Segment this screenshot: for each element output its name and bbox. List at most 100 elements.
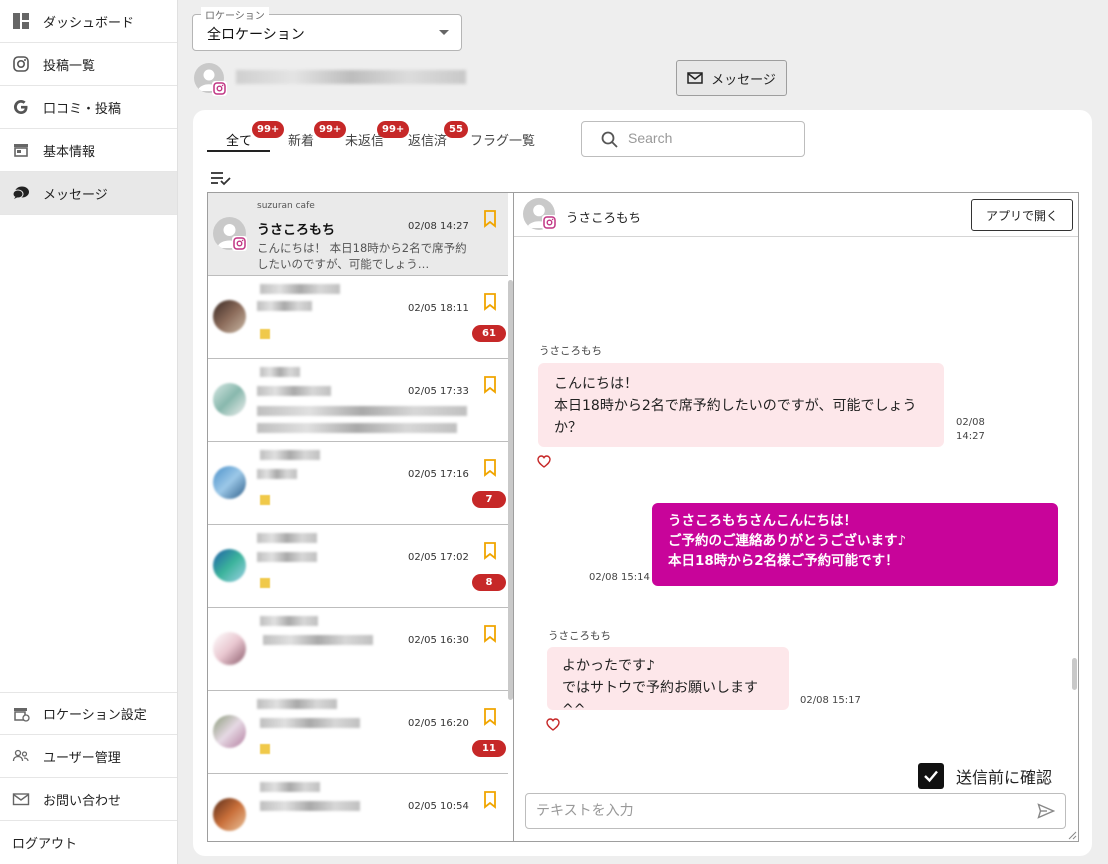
unread-count-badge: 11 [472, 740, 506, 757]
message-time: 02/08 15:17 [800, 695, 861, 706]
confirm-before-send: 送信前に確認 [918, 763, 1052, 789]
tab-new[interactable]: 新着 [288, 130, 314, 149]
tab-flagged[interactable]: フラグ一覧 [470, 130, 535, 149]
sidebar-item-location-settings[interactable]: ロケーション設定 [0, 692, 177, 735]
conversation-item[interactable]: 02/05 16:30 [208, 608, 508, 691]
conversation-item[interactable]: 02/05 17:16 7 [208, 442, 508, 525]
message-line: うさころもちさんこんにちは！ [668, 513, 857, 529]
message-sender: うさころもち [539, 345, 602, 357]
filter-list-icon[interactable] [210, 170, 232, 186]
confirm-checkbox[interactable] [918, 763, 944, 789]
sidebar-item-label: お問い合わせ [43, 793, 122, 809]
redacted-text [257, 533, 317, 543]
tab-badge: 99+ [252, 121, 285, 138]
conversation-name: うさころもち [257, 223, 336, 238]
redacted-emoji [260, 329, 270, 339]
sidebar-item-messages[interactable]: メッセージ [0, 172, 177, 215]
message-line: か？ [554, 420, 582, 436]
send-icon[interactable] [1037, 803, 1055, 819]
tab-badge: 55 [444, 121, 468, 138]
tab-all[interactable]: 全て [226, 130, 252, 149]
conversation-item[interactable]: 02/05 17:33 [208, 359, 508, 442]
sidebar-item-user-management[interactable]: ユーザー管理 [0, 735, 177, 778]
instagram-icon [12, 55, 30, 73]
unread-count-badge: 8 [472, 574, 506, 591]
search-input[interactable] [628, 130, 788, 146]
avatar [213, 715, 246, 748]
chat-header: うさころもち アプリで開く [514, 193, 1078, 237]
message-compose [525, 793, 1066, 829]
bookmark-icon[interactable] [483, 625, 497, 643]
conversation-time: 02/05 18:11 [408, 303, 469, 314]
conversation-time: 02/05 17:16 [408, 469, 469, 480]
bookmark-icon[interactable] [483, 293, 497, 311]
conversation-item[interactable]: 02/05 18:11 61 [208, 276, 508, 359]
bookmark-icon[interactable] [483, 542, 497, 560]
message-line: ではサトウで予約お願いします^^ [562, 680, 758, 718]
sidebar-item-contact[interactable]: お問い合わせ [0, 778, 177, 821]
message-button[interactable]: メッセージ [676, 60, 787, 96]
avatar [213, 466, 246, 499]
confirm-label: 送信前に確認 [956, 768, 1053, 787]
redacted-text [257, 699, 337, 709]
bookmark-icon[interactable] [483, 791, 497, 809]
sidebar-item-label: 投稿一覧 [43, 58, 96, 74]
message-button-label: メッセージ [711, 72, 776, 88]
chat-pane: うさころもち アプリで開く うさころもち こんにちは！ 本日18時から2名で席予… [513, 192, 1079, 842]
message-input[interactable] [536, 802, 1016, 818]
mail-icon [12, 790, 30, 808]
search-icon [601, 131, 618, 148]
unread-count-badge: 7 [472, 491, 506, 508]
redacted-text [260, 284, 340, 294]
resize-handle-icon[interactable] [1067, 830, 1077, 840]
message-clock: 14:27 [956, 431, 985, 442]
bookmark-icon[interactable] [483, 708, 497, 726]
sidebar-item-label: ユーザー管理 [43, 750, 121, 766]
conversation-item[interactable]: 02/05 16:20 11 [208, 691, 508, 774]
avatar [213, 549, 246, 582]
location-select-value: 全ロケーション [207, 27, 305, 43]
dashboard-icon [12, 12, 30, 30]
message-line: ご予約のご連絡ありがとうございます♪ [668, 533, 907, 549]
conversation-item[interactable]: 02/05 17:02 8 [208, 525, 508, 608]
location-settings-icon [12, 705, 30, 723]
search-box [581, 121, 805, 157]
tab-active-indicator [207, 150, 270, 152]
redacted-emoji [260, 578, 270, 588]
message-time: 02/08 14:27 [956, 416, 985, 444]
unread-count-badge: 61 [472, 325, 506, 342]
chat-scrollbar[interactable] [1072, 658, 1077, 690]
conversation-time: 02/08 14:27 [408, 221, 469, 232]
logout-label: ログアウト [12, 837, 78, 852]
location-select[interactable]: ロケーション 全ロケーション [192, 7, 462, 51]
sidebar-item-dashboard[interactable]: ダッシュボード [0, 0, 177, 43]
bookmark-icon[interactable] [483, 459, 497, 477]
redacted-text [263, 635, 373, 645]
message-line: よかったです♪ [562, 658, 655, 674]
avatar [213, 798, 246, 831]
heart-icon[interactable] [537, 455, 551, 468]
bookmark-icon[interactable] [483, 376, 497, 394]
sidebar-item-reviews[interactable]: 口コミ・投稿 [0, 86, 177, 129]
tab-replied[interactable]: 返信済 [408, 130, 447, 149]
bookmark-icon[interactable] [483, 210, 497, 228]
chat-contact-name: うさころもち [566, 210, 642, 225]
logout-button[interactable]: ログアウト [0, 821, 177, 864]
redacted-text [257, 386, 331, 396]
redacted-text [260, 616, 318, 626]
sidebar-bottom: ロケーション設定 ユーザー管理 お問い合わせ ログアウト [0, 692, 177, 864]
sidebar-item-basic-info[interactable]: 基本情報 [0, 129, 177, 172]
redacted-text [257, 552, 317, 562]
mail-icon [687, 72, 703, 84]
message-line: こんにちは！ [554, 376, 638, 392]
heart-icon[interactable] [546, 718, 560, 731]
conversation-item[interactable]: suzuran cafe うさころもち 02/08 14:27 こんにちは！ 本… [208, 193, 508, 276]
messages-panel: 全て 99+ 新着 99+ 未返信 99+ 返信済 55 フラグ一覧 suzur… [193, 110, 1092, 856]
sidebar: ダッシュボード 投稿一覧 口コミ・投稿 基本情報 メッセージ ロケーション設定 [0, 0, 178, 864]
instagram-icon [542, 215, 557, 230]
open-in-app-button[interactable]: アプリで開く [971, 199, 1073, 231]
sidebar-item-label: 口コミ・投稿 [43, 101, 122, 117]
sidebar-item-posts[interactable]: 投稿一覧 [0, 43, 177, 86]
sidebar-item-label: ロケーション設定 [43, 708, 147, 723]
conversation-item[interactable]: 02/05 10:54 [208, 774, 508, 841]
